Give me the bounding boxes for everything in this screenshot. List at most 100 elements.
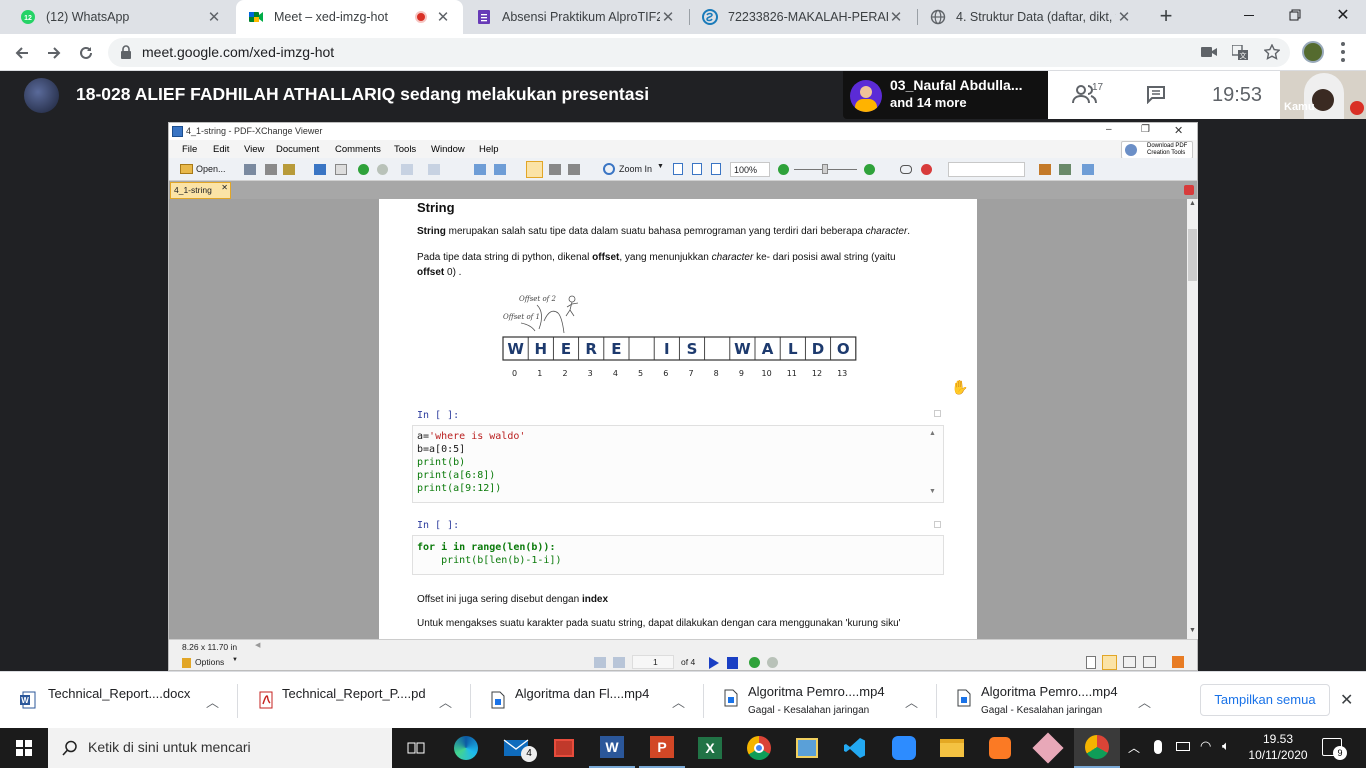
actual-size-icon[interactable] <box>711 163 721 175</box>
forward-arrow-icon[interactable] <box>377 164 388 175</box>
taskbar-store[interactable] <box>541 728 587 768</box>
taskbar-search-box[interactable]: Ketik di sini untuk mencari <box>48 728 392 768</box>
tab-whatsapp[interactable]: 12 (12) WhatsApp ✕ <box>8 0 234 34</box>
options-button[interactable]: Options <box>195 657 224 667</box>
close-icon[interactable]: ✕ <box>1116 8 1132 26</box>
close-icon[interactable]: ✕ <box>435 8 451 26</box>
taskbar-zoom[interactable] <box>881 728 927 768</box>
facing-icon[interactable] <box>1123 656 1136 668</box>
chevron-up-icon[interactable]: ︿ <box>439 692 452 711</box>
ocr-icon[interactable] <box>335 164 347 175</box>
pdf-close-button[interactable]: ✕ <box>1174 124 1183 137</box>
menu-edit[interactable]: Edit <box>213 144 229 155</box>
chevron-up-icon[interactable]: ︿ <box>206 692 219 711</box>
zoom-icon[interactable] <box>603 163 615 175</box>
more-menu-icon[interactable] <box>1340 42 1346 62</box>
page-number-input[interactable]: 1 <box>632 655 674 669</box>
show-all-downloads-button[interactable]: Tampilkan semua <box>1200 684 1330 716</box>
settings-tool-icon[interactable] <box>1059 164 1071 175</box>
open-folder-icon[interactable] <box>180 164 193 174</box>
next-page-button[interactable] <box>709 657 719 669</box>
redo-icon[interactable] <box>428 164 440 175</box>
stamp-icon[interactable] <box>921 164 932 175</box>
continuous-icon[interactable] <box>1102 655 1117 670</box>
battery-icon[interactable] <box>1176 742 1190 751</box>
microphone-icon[interactable] <box>1154 740 1162 754</box>
taskbar-edge[interactable] <box>443 728 489 768</box>
prev-page-button[interactable] <box>613 657 625 668</box>
undo-icon[interactable] <box>401 164 413 175</box>
close-doc-icon[interactable] <box>1184 185 1194 195</box>
menu-comments[interactable]: Comments <box>335 144 381 155</box>
link-icon[interactable] <box>900 165 912 174</box>
cell-scroll-down-icon[interactable]: ▼ <box>929 488 936 495</box>
options-dropdown-icon[interactable]: ▼ <box>232 657 238 663</box>
chat-icon[interactable] <box>1146 85 1166 104</box>
volume-icon[interactable]: 🔈︎ <box>1222 738 1230 754</box>
layout-options-icon[interactable] <box>1172 656 1184 668</box>
fit-width-icon[interactable] <box>692 163 702 175</box>
menu-view[interactable]: View <box>244 144 264 155</box>
chevron-up-icon[interactable]: ︿ <box>905 692 918 711</box>
chevron-up-icon[interactable]: ︿ <box>672 692 685 711</box>
close-downloads-button[interactable]: ✕ <box>1340 690 1353 710</box>
taskbar-powerpoint[interactable]: P <box>639 728 685 768</box>
last-page-button[interactable] <box>727 657 738 669</box>
new-tab-button[interactable]: + <box>1154 4 1178 28</box>
pdf-restore-button[interactable]: ❐ <box>1141 124 1150 135</box>
download-item[interactable]: Algoritma Pemro....mp4 Gagal - Kesalahan… <box>937 672 1169 729</box>
print-icon[interactable] <box>265 164 277 175</box>
download-item[interactable]: W Technical_Report....docx ︿ <box>0 672 237 729</box>
close-icon[interactable]: ✕ <box>221 183 228 192</box>
cell-scroll-up-icon[interactable]: ▲ <box>929 430 936 437</box>
taskbar-app[interactable] <box>1025 728 1071 768</box>
back-button[interactable] <box>8 39 36 67</box>
task-view-button[interactable] <box>393 728 439 768</box>
notification-center-button[interactable]: 9 <box>1322 738 1347 760</box>
pdf-minimize-button[interactable]: – <box>1106 124 1112 135</box>
fit-page-icon[interactable] <box>673 163 683 175</box>
taskbar-explorer[interactable] <box>929 728 975 768</box>
taskbar-mail[interactable]: 4 <box>493 728 539 768</box>
h-scroll-left-icon[interactable]: ◀ <box>255 641 260 649</box>
minimize-window-button[interactable] <box>1226 0 1272 30</box>
hand-tool-button[interactable] <box>526 161 543 178</box>
snapshot-icon[interactable] <box>474 164 486 175</box>
search-tool-icon[interactable] <box>1039 164 1051 175</box>
go-forward-button[interactable] <box>767 657 778 668</box>
zoom-in-icon[interactable] <box>864 164 875 175</box>
tab-struktur-data[interactable]: 4. Struktur Data (daftar, dikt, tu ✕ <box>918 0 1144 34</box>
close-icon[interactable]: ✕ <box>206 8 222 26</box>
profile-avatar[interactable] <box>1302 41 1324 63</box>
tray-chevron-icon[interactable]: ︿ <box>1128 739 1140 756</box>
close-icon[interactable]: ✕ <box>888 8 904 26</box>
taskbar-excel[interactable]: X <box>687 728 733 768</box>
taskbar-word[interactable]: W <box>589 728 635 768</box>
export-icon[interactable] <box>283 164 295 175</box>
taskbar-vscode[interactable] <box>832 728 878 768</box>
reload-button[interactable] <box>72 39 100 67</box>
menu-file[interactable]: File <box>182 144 197 155</box>
code-cell-1[interactable]: a='where is waldo' b=a[0:5] print(b) pri… <box>412 425 944 503</box>
participant-tile[interactable]: 03_Naufal Abdulla... and 14 more <box>843 71 1048 119</box>
tab-makalah[interactable]: 72233826-MAKALAH-PERAKIT ✕ <box>690 0 916 34</box>
start-button[interactable] <box>1 728 47 768</box>
doc-tab-4-1-string[interactable]: 4_1-string ✕ <box>170 182 231 199</box>
menu-help[interactable]: Help <box>479 144 499 155</box>
taskbar-xampp[interactable] <box>977 728 1023 768</box>
pdf-vertical-scrollbar[interactable]: ▲ ▼ <box>1187 199 1198 639</box>
scroll-thumb[interactable] <box>1188 229 1197 281</box>
find-field[interactable] <box>948 162 1025 177</box>
camera-icon[interactable] <box>1201 46 1217 58</box>
taskbar-chrome-profile[interactable] <box>1074 728 1120 768</box>
go-back-button[interactable] <box>749 657 760 668</box>
code-cell-2[interactable]: for i in range(len(b)): print(b[len(b)-1… <box>412 535 944 575</box>
rotate-icon[interactable] <box>494 164 506 175</box>
facing-continuous-icon[interactable] <box>1143 656 1156 668</box>
taskbar-network-app[interactable] <box>784 728 830 768</box>
save-icon[interactable] <box>244 164 256 175</box>
download-pdf-tools-button[interactable]: Download PDF Creation Tools <box>1121 141 1193 159</box>
open-button[interactable]: Open... <box>196 164 226 174</box>
menu-tools[interactable]: Tools <box>394 144 416 155</box>
tab-meet[interactable]: Meet – xed-imzg-hot ✕ <box>236 0 463 34</box>
